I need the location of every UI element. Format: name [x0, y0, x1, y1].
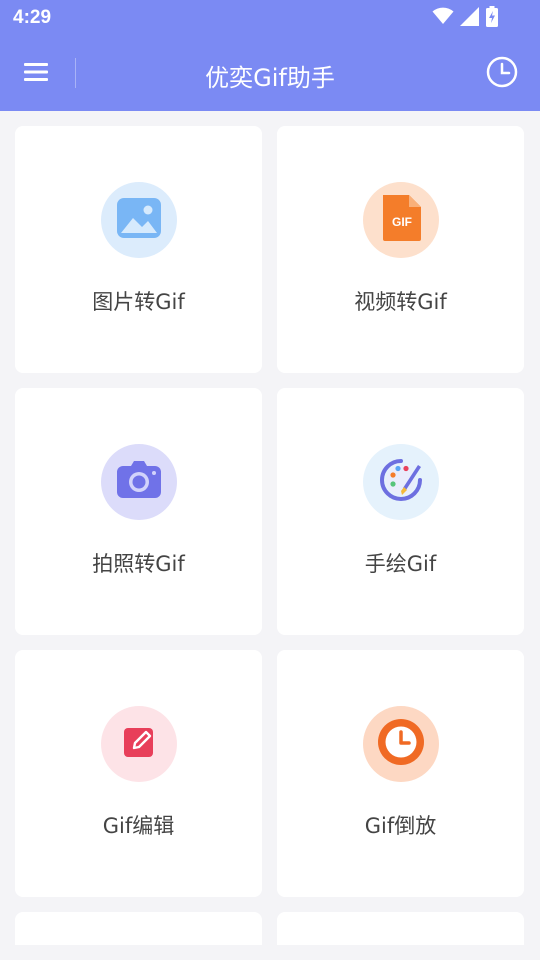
tool-label: Gif倒放 [364, 814, 437, 838]
battery-charging-icon [486, 5, 498, 31]
tool-card-partial[interactable] [277, 912, 524, 945]
card-icon-circle [101, 182, 177, 258]
tool-card-video-to-gif[interactable]: GIF 视频转Gif [277, 126, 524, 373]
page-title: 优奕Gif助手 [205, 64, 335, 92]
card-icon-circle [363, 706, 439, 782]
card-icon-circle [101, 444, 177, 520]
tool-label: 拍照转Gif [92, 552, 185, 576]
next-row-partial [15, 912, 525, 945]
tool-card-hand-draw-gif[interactable]: 手绘Gif [277, 388, 524, 635]
tool-card-gif-edit[interactable]: Gif编辑 [15, 650, 262, 897]
tool-label: Gif编辑 [102, 814, 175, 838]
app-bar: 优奕Gif助手 [0, 36, 540, 111]
wifi-icon [432, 7, 454, 29]
card-icon-circle [101, 706, 177, 782]
gif-badge-text: GIF [392, 215, 412, 229]
status-icons [432, 5, 498, 31]
edit-icon [121, 724, 157, 764]
gif-file-icon: GIF [379, 193, 423, 247]
tool-card-image-to-gif[interactable]: 图片转Gif [15, 126, 262, 373]
card-icon-circle [363, 444, 439, 520]
history-button[interactable] [484, 56, 520, 92]
signal-icon [460, 6, 480, 30]
tool-card-photo-to-gif[interactable]: 拍照转Gif [15, 388, 262, 635]
card-icon-circle: GIF [363, 182, 439, 258]
clock-icon [486, 56, 518, 92]
camera-icon [115, 460, 163, 504]
paint-palette-icon [376, 455, 426, 509]
clock-reverse-icon [376, 717, 426, 771]
tool-label: 手绘Gif [364, 552, 437, 576]
tool-grid: 图片转Gif GIF 视频转Gif 拍照转Gif 手绘Gif Gif编辑 Gif… [15, 126, 525, 897]
image-icon [115, 196, 163, 244]
status-bar: 4:29 [0, 0, 540, 36]
tool-card-partial[interactable] [15, 912, 262, 945]
tool-label: 视频转Gif [354, 290, 447, 314]
tool-card-gif-reverse[interactable]: Gif倒放 [277, 650, 524, 897]
status-time: 4:29 [13, 7, 52, 28]
tool-label: 图片转Gif [92, 290, 185, 314]
